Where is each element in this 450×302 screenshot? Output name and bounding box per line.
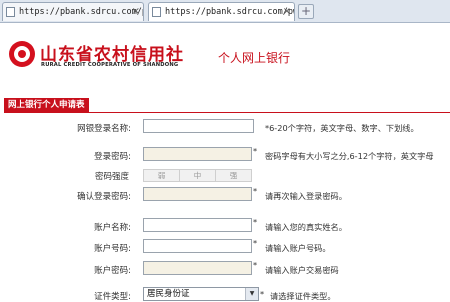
strength-medium: 中 [180, 170, 216, 181]
login-name-label: 网银登录名称: [77, 124, 131, 134]
login-password-input[interactable] [143, 147, 252, 161]
account-password-hint: 请输入账户交易密码 [265, 265, 339, 275]
password-strength-label: 密码强度 [94, 172, 129, 182]
section-title: 网上银行个人申请表 [4, 98, 89, 112]
required-mark: * [253, 146, 258, 156]
page-icon [152, 7, 161, 17]
confirm-password-input[interactable] [143, 187, 252, 201]
account-number-hint: 请输入账户号码。 [265, 243, 331, 253]
section-header: 网上银行个人申请表 [4, 98, 450, 113]
account-number-label: 账户号码: [94, 244, 131, 254]
required-mark: * [253, 217, 258, 227]
login-password-hint: 密码字母有大小写之分,6-12个字符，英文字母 [265, 151, 434, 161]
new-tab-button[interactable]: + [298, 4, 314, 19]
confirm-password-label: 确认登录密码: [77, 192, 131, 202]
required-mark: * [253, 260, 258, 270]
strength-strong: 强 [216, 170, 251, 181]
browser-tab-bar: https://pbank.sdrcu.com/pw × https://pba… [0, 0, 450, 23]
required-mark: * [260, 289, 265, 299]
password-strength-meter: 弱 中 强 [143, 169, 252, 182]
login-name-hint: *6-20个字符，英文字母、数字、下划线。 [265, 123, 419, 133]
id-type-label: 证件类型: [94, 292, 131, 302]
account-name-label: 账户名称: [94, 223, 131, 233]
account-password-label: 账户密码: [94, 266, 131, 276]
account-password-input[interactable] [143, 261, 252, 275]
bank-name-english: RURAL CREDIT COOPERATIVE OF SHANDONG [41, 62, 179, 68]
account-number-input[interactable] [143, 239, 252, 253]
id-type-value: 居民身份证 [147, 289, 190, 299]
login-name-input[interactable] [143, 119, 254, 133]
browser-tab-1[interactable]: https://pbank.sdrcu.com/pw × [2, 2, 144, 21]
page-icon [6, 7, 15, 17]
bank-logo-icon [9, 41, 35, 67]
account-name-input[interactable] [143, 218, 252, 232]
confirm-password-hint: 请再次输入登录密码。 [265, 191, 347, 201]
tab-url: https://pbank.sdrcu.com/pw [165, 7, 295, 17]
required-mark: * [253, 186, 258, 196]
page-title: 个人网上银行 [218, 51, 291, 65]
chevron-down-icon[interactable]: ▼ [245, 288, 258, 300]
id-type-hint: 请选择证件类型。 [270, 291, 336, 301]
login-password-label: 登录密码: [94, 152, 131, 162]
strength-weak: 弱 [144, 170, 180, 181]
browser-tab-2[interactable]: https://pbank.sdrcu.com/pw × [148, 2, 295, 21]
id-type-select[interactable]: 居民身份证 ▼ [143, 287, 259, 301]
tab-url: https://pbank.sdrcu.com/pw [19, 7, 144, 17]
required-mark: * [253, 238, 258, 248]
close-icon[interactable]: × [132, 3, 140, 21]
account-name-hint: 请输入您的真实姓名。 [265, 222, 347, 232]
close-icon[interactable]: × [283, 3, 291, 21]
